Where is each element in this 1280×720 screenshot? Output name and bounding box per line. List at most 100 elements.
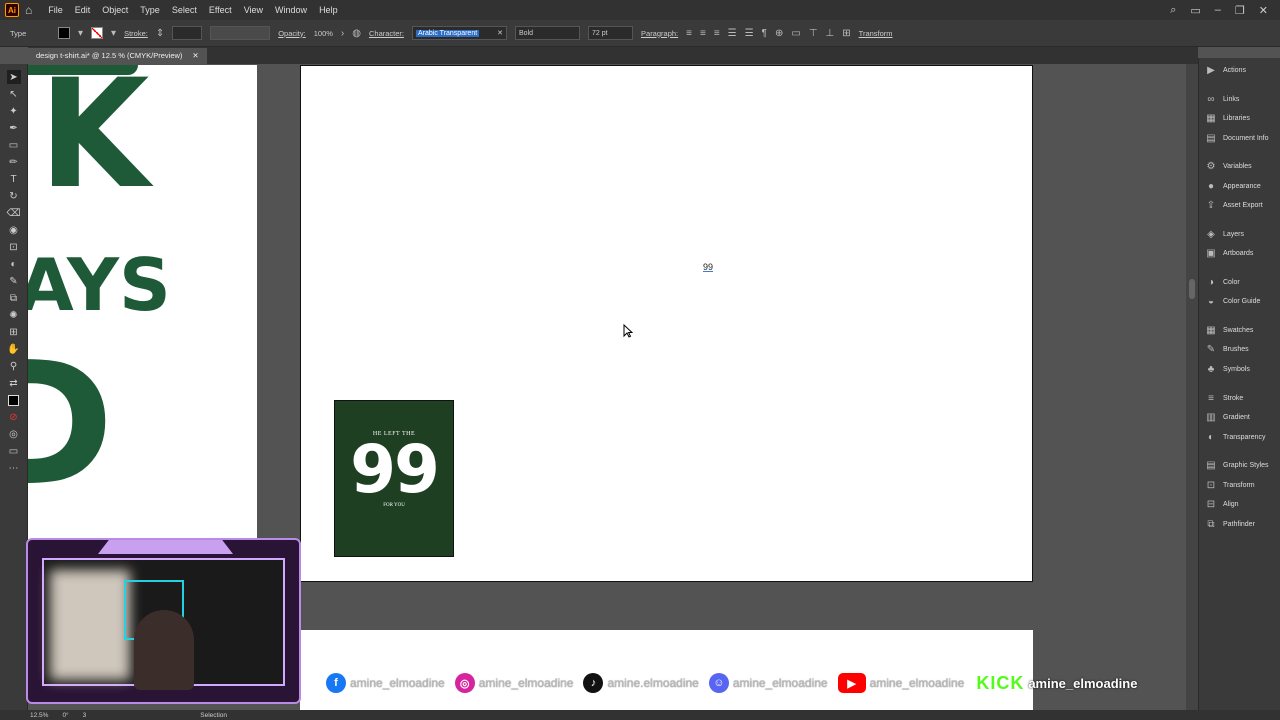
text-direction-icon[interactable]: ¶ xyxy=(762,28,767,39)
menu-edit[interactable]: Edit xyxy=(69,5,97,15)
bullets-icon[interactable]: ☰ xyxy=(728,28,737,39)
panel-graphic-styles[interactable]: ▤ Graphic Styles xyxy=(1205,458,1268,472)
font-size-field[interactable]: 72 pt xyxy=(588,26,634,40)
opacity-label[interactable]: Opacity: xyxy=(278,29,306,38)
align-to-icon[interactable]: ▭ xyxy=(791,28,800,39)
minimize-icon[interactable]: – xyxy=(1215,4,1221,17)
rotate-tool-icon[interactable]: ↻ xyxy=(7,189,21,203)
fill-stroke-swatch[interactable] xyxy=(7,393,21,407)
stroke-swatch[interactable] xyxy=(91,27,104,39)
rotation-value[interactable]: 0° xyxy=(62,712,68,719)
none-color-icon[interactable]: ⊘ xyxy=(7,410,21,424)
eyedropper-tool-icon[interactable]: ✎ xyxy=(7,274,21,288)
panel-stroke[interactable]: ≡ Stroke xyxy=(1205,391,1243,405)
panel-color-guide[interactable]: ◒ Color Guide xyxy=(1205,294,1260,308)
panel-transparency[interactable]: ◐ Transparency xyxy=(1205,430,1266,444)
restore-icon[interactable]: ❐ xyxy=(1235,4,1245,17)
close-icon[interactable]: ✕ xyxy=(1259,4,1268,17)
artboard-left[interactable]: K AYS D xyxy=(28,65,257,540)
variable-width-field[interactable] xyxy=(210,26,271,40)
panel-transform[interactable]: ⊡ Transform xyxy=(1205,478,1255,492)
panel-variables[interactable]: ⚙ Variables xyxy=(1205,159,1252,173)
panel-pathfinder[interactable]: ⧉ Pathfinder xyxy=(1205,517,1255,531)
zoom-level[interactable]: 12.5% xyxy=(30,712,48,719)
search-icon[interactable]: ⌕ xyxy=(1170,4,1176,17)
artboard-tool-icon[interactable]: ⊞ xyxy=(7,325,21,339)
artboard-number[interactable]: 3 xyxy=(83,712,87,719)
menu-type[interactable]: Type xyxy=(134,5,166,15)
vertical-scrollbar[interactable] xyxy=(1186,64,1198,710)
panel-actions[interactable]: ▶ Actions xyxy=(1205,63,1246,77)
zoom-tool-icon[interactable]: ⚲ xyxy=(7,359,21,373)
menu-view[interactable]: View xyxy=(238,5,269,15)
menu-help[interactable]: Help xyxy=(313,5,344,15)
panel-layers[interactable]: ◈ Layers xyxy=(1205,227,1244,241)
align-left-icon[interactable]: ≡ xyxy=(686,28,692,39)
panel-artboards[interactable]: ▣ Artboards xyxy=(1205,246,1253,260)
stroke-weight-field[interactable] xyxy=(172,26,203,40)
panel-swatches[interactable]: ▦ Swatches xyxy=(1205,323,1253,337)
numbering-icon[interactable]: ☰ xyxy=(745,28,754,39)
menu-effect[interactable]: Effect xyxy=(203,5,238,15)
hand-tool-icon[interactable]: ✋ xyxy=(7,342,21,356)
tshirt-design-thumbnail[interactable]: HE LEFT THE 99 FOR YOU xyxy=(334,400,454,557)
eraser-tool-icon[interactable]: ⌫ xyxy=(6,206,20,220)
align-vcenter-icon[interactable]: ⊥ xyxy=(826,28,835,39)
panel-gradient[interactable]: ▥ Gradient xyxy=(1205,410,1250,424)
scroll-thumb[interactable] xyxy=(1189,279,1195,299)
panel-color[interactable]: ◑ Color xyxy=(1205,275,1240,289)
text-object[interactable]: 99 xyxy=(703,262,713,272)
stepper-icon[interactable]: ⇕ xyxy=(156,28,164,39)
document-tab[interactable]: design t-shirt.ai* @ 12.5 % (CMYK/Previe… xyxy=(28,48,207,64)
transform-label[interactable]: Transform xyxy=(859,29,893,38)
pen-tool-icon[interactable]: ✒ xyxy=(7,121,21,135)
screen-mode-icon[interactable]: ▭ xyxy=(7,444,21,458)
home-icon[interactable]: ⌂ xyxy=(25,3,32,17)
type-tool-icon[interactable]: T xyxy=(7,172,21,186)
align-right-icon[interactable]: ≡ xyxy=(714,28,720,39)
panel-symbols[interactable]: ♣ Symbols xyxy=(1205,362,1250,376)
artboard-bottom[interactable] xyxy=(300,630,1033,710)
font-family-field[interactable]: Arabic Transparent ✕ xyxy=(412,26,508,40)
chevron-right-icon[interactable]: › xyxy=(341,28,344,39)
opacity-value[interactable]: 100% xyxy=(314,29,333,38)
symbol-sprayer-tool-icon[interactable]: ✺ xyxy=(7,308,21,322)
free-transform-tool-icon[interactable]: ⊡ xyxy=(7,240,21,254)
arrange-icon[interactable]: ▭ xyxy=(1190,4,1200,17)
menu-select[interactable]: Select xyxy=(166,5,203,15)
panel-links[interactable]: ∞ Links xyxy=(1205,92,1239,106)
blend-tool-icon[interactable]: ⧉ xyxy=(7,291,21,305)
shape-builder-tool-icon[interactable]: ◐ xyxy=(7,257,21,271)
panel-asset-export[interactable]: ⇪ Asset Export xyxy=(1205,198,1263,212)
chevron-down-icon[interactable]: ▾ xyxy=(78,28,83,39)
fill-swatch[interactable] xyxy=(58,27,70,39)
drawing-mode-icon[interactable]: ◎ xyxy=(7,427,21,441)
menu-window[interactable]: Window xyxy=(269,5,313,15)
magic-wand-tool-icon[interactable]: ✦ xyxy=(7,104,21,118)
paragraph-label[interactable]: Paragraph: xyxy=(641,29,678,38)
close-tab-icon[interactable]: ✕ xyxy=(192,51,198,61)
swap-colors-icon[interactable]: ⇄ xyxy=(7,376,21,390)
pencil-tool-icon[interactable]: ✏ xyxy=(7,155,21,169)
font-style-field[interactable]: Bold xyxy=(515,26,581,40)
stroke-label[interactable]: Stroke: xyxy=(124,29,148,38)
puppet-icon[interactable]: ⊕ xyxy=(775,28,783,39)
clear-icon[interactable]: ✕ xyxy=(497,29,503,37)
more-tools-icon[interactable]: ⋯ xyxy=(7,461,21,475)
panel-document-info[interactable]: ▤ Document Info xyxy=(1205,131,1268,145)
menu-object[interactable]: Object xyxy=(96,5,134,15)
warp-tool-icon[interactable]: ◉ xyxy=(7,223,21,237)
selection-tool-icon[interactable]: ➤ xyxy=(6,70,21,84)
menu-file[interactable]: File xyxy=(42,5,69,15)
panel-libraries[interactable]: ▦ Libraries xyxy=(1205,111,1250,125)
panel-appearance[interactable]: ● Appearance xyxy=(1205,179,1261,193)
align-top-icon[interactable]: ⊤ xyxy=(809,28,818,39)
rectangle-tool-icon[interactable]: ▭ xyxy=(7,138,21,152)
character-label[interactable]: Character: xyxy=(369,29,404,38)
panel-align[interactable]: ⊟ Align xyxy=(1205,497,1239,511)
align-center-icon[interactable]: ≡ xyxy=(700,28,706,39)
panel-brushes[interactable]: ✎ Brushes xyxy=(1205,342,1249,356)
direct-selection-tool-icon[interactable]: ↖ xyxy=(7,87,21,101)
distribute-icon[interactable]: ⊞ xyxy=(842,28,850,39)
recolor-icon[interactable]: ◍ xyxy=(352,28,361,39)
